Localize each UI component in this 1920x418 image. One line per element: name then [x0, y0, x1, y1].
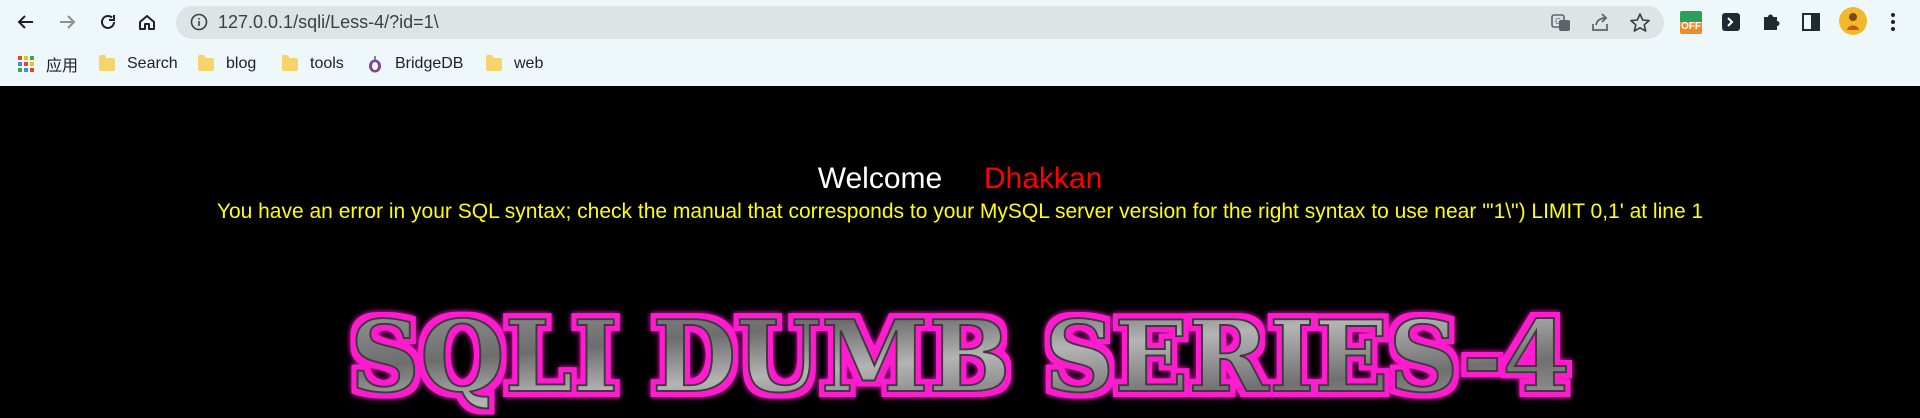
bookmark-apps[interactable]: 应用	[18, 52, 78, 76]
bookmarks-bar: 应用 Search blog tools BridgeDB web	[0, 48, 1920, 80]
home-button[interactable]	[133, 8, 161, 36]
page-content: Welcome Dhakkan You have an error in you…	[0, 86, 1920, 418]
bookmark-tools[interactable]: tools	[282, 52, 344, 76]
extension-off-badge: OFF	[1681, 21, 1701, 32]
back-button[interactable]	[12, 8, 40, 36]
bookmark-blog[interactable]: blog	[198, 52, 256, 76]
menu-icon	[1891, 13, 1895, 31]
translate-icon[interactable]: G	[1550, 12, 1572, 34]
share-icon[interactable]	[1589, 12, 1611, 34]
banner-text: SQLI DUMB SERIES-4	[350, 300, 1570, 415]
url-text[interactable]: 127.0.0.1/sqli/Less-4/?id=1\	[218, 12, 439, 33]
info-icon[interactable]	[190, 13, 208, 31]
folder-icon	[282, 54, 298, 71]
bookmark-label: 应用	[46, 58, 79, 75]
welcome-text: Welcome	[817, 162, 943, 195]
folder-icon	[486, 54, 502, 71]
bookmark-label: blog	[226, 55, 257, 72]
reload-icon	[101, 14, 115, 29]
extension-off-button[interactable]: OFF	[1678, 9, 1704, 35]
bookmark-web[interactable]: web	[486, 52, 543, 76]
welcome-line: Welcome Dhakkan	[0, 162, 1920, 196]
back-arrow-icon	[17, 15, 33, 29]
sql-error-message: You have an error in your SQL syntax; ch…	[216, 200, 1704, 223]
folder-icon	[198, 54, 214, 71]
puzzle-icon	[1764, 14, 1780, 30]
user-name: Dhakkan	[983, 162, 1103, 195]
forward-button[interactable]	[53, 8, 81, 36]
browser-chrome: 127.0.0.1/sqli/Less-4/?id=1\ G OFF 应用 Se…	[0, 0, 1920, 86]
bookmark-search[interactable]: Search	[99, 52, 178, 76]
star-icon[interactable]	[1629, 12, 1651, 34]
sqli-banner: SQLI DUMB SERIES-4	[349, 299, 1571, 416]
svg-text:G: G	[1555, 17, 1561, 26]
onion-icon	[369, 56, 381, 73]
avatar	[1839, 7, 1867, 35]
reload-button[interactable]	[94, 8, 122, 36]
address-bar[interactable]: 127.0.0.1/sqli/Less-4/?id=1\ G	[176, 6, 1664, 39]
extensions-button[interactable]	[1758, 9, 1784, 35]
bookmark-label: Search	[127, 55, 178, 72]
bookmark-bridgedb[interactable]: BridgeDB	[367, 52, 463, 76]
bookmark-label: tools	[310, 55, 344, 72]
sidepanel-icon	[1802, 13, 1820, 31]
apps-grid-icon	[18, 56, 34, 72]
forward-arrow-icon	[60, 15, 76, 29]
home-icon	[139, 15, 155, 30]
browser-menu-button[interactable]	[1880, 9, 1906, 35]
folder-icon	[99, 54, 115, 71]
browser-toolbar: 127.0.0.1/sqli/Less-4/?id=1\ G OFF	[0, 0, 1920, 44]
sidepanel-button[interactable]	[1798, 9, 1824, 35]
bookmark-label: web	[514, 55, 544, 72]
terminal-extension-button[interactable]	[1718, 9, 1744, 35]
profile-button[interactable]	[1838, 6, 1868, 36]
terminal-extension-icon	[1722, 13, 1740, 31]
bookmark-label: BridgeDB	[395, 55, 464, 72]
